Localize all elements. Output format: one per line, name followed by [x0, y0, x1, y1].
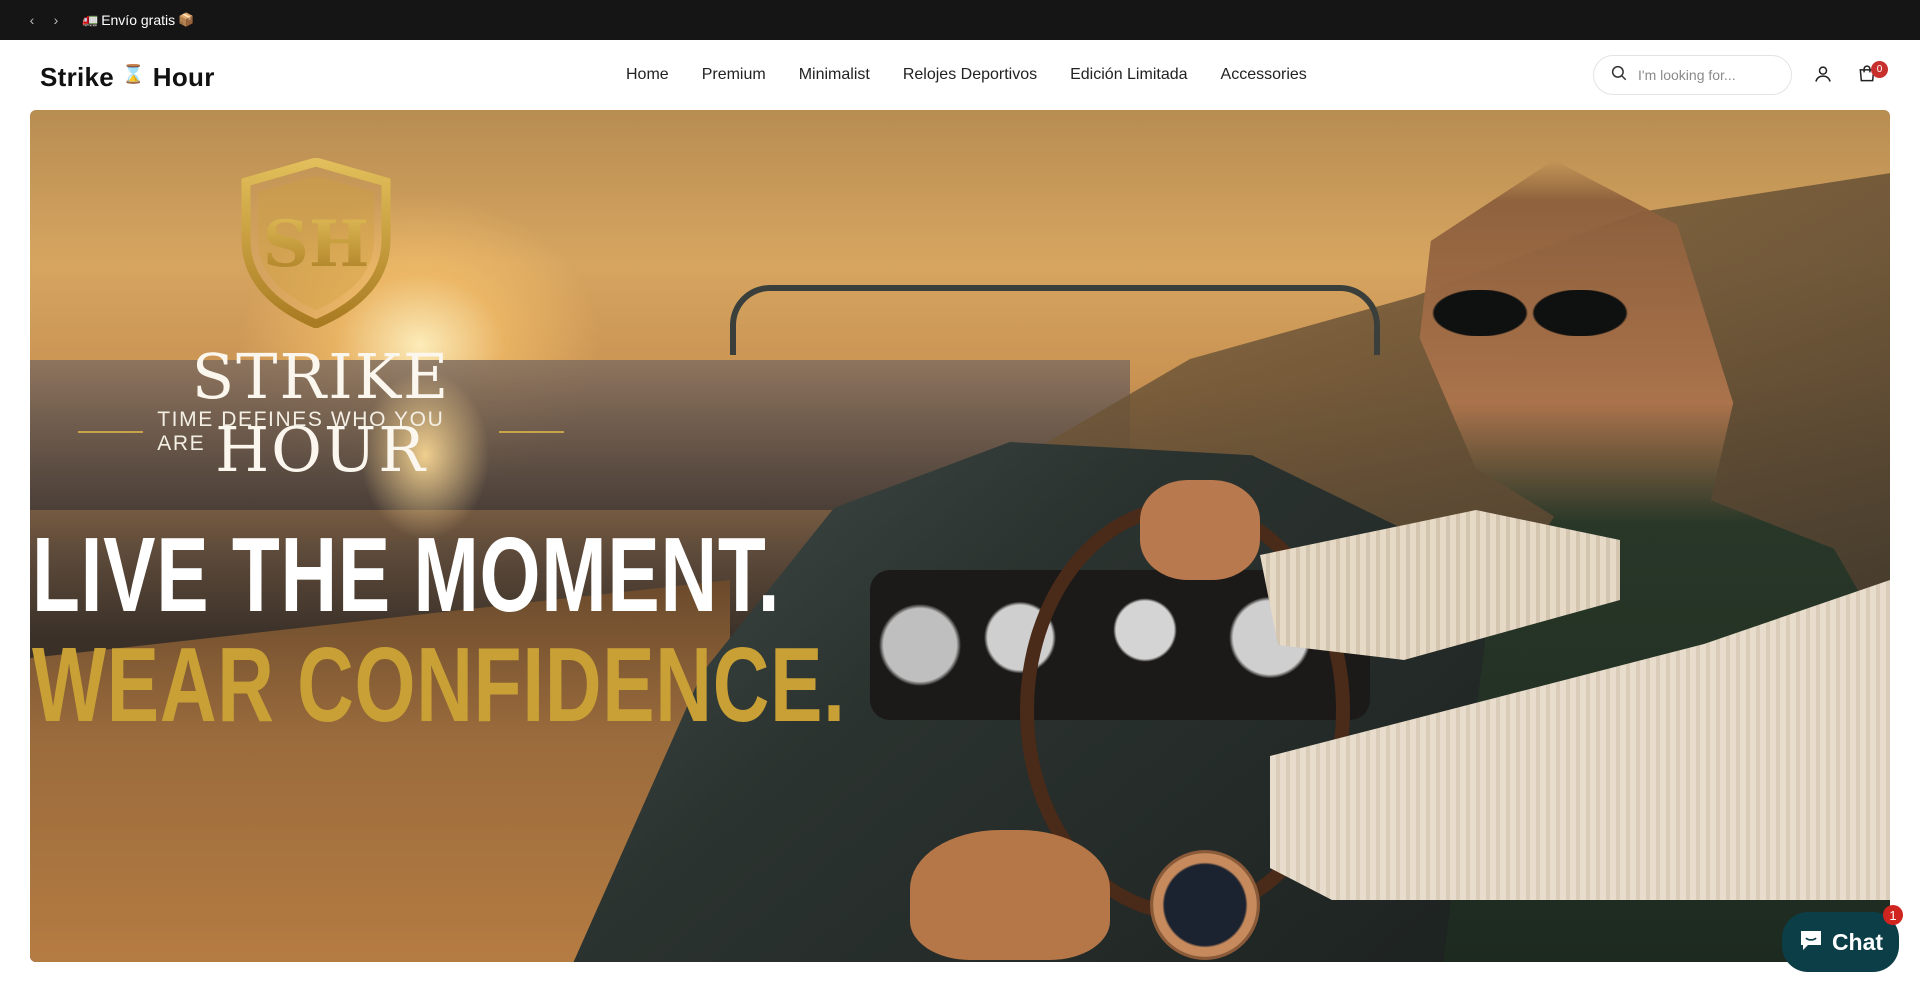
truck-icon: 🚛: [82, 12, 99, 28]
logo-text-strike: Strike: [40, 62, 115, 92]
nav-item-minimalist[interactable]: Minimalist: [799, 66, 870, 84]
announcement-prev-button[interactable]: ‹: [20, 0, 44, 40]
nav-item-relojes-deportivos[interactable]: Relojes Deportivos: [903, 66, 1037, 84]
hero-car-windshield: [730, 285, 1380, 355]
user-icon[interactable]: [1811, 62, 1835, 86]
nav-item-premium[interactable]: Premium: [702, 66, 766, 84]
tagline-text: TIME DEFINES WHO YOU ARE: [157, 408, 445, 455]
shield-logo-icon: SH: [241, 158, 391, 328]
hourglass-icon: ⌛: [122, 64, 145, 85]
hero-hand-lower: [910, 830, 1110, 960]
main-nav: Home Premium Minimalist Relojes Deportiv…: [626, 66, 1340, 84]
search-icon[interactable]: [1610, 64, 1628, 87]
chat-bubble-icon: [1798, 928, 1824, 957]
tagline-divider-left: [78, 431, 144, 433]
search-input[interactable]: [1638, 67, 1788, 83]
logo-text-hour: Hour: [152, 62, 215, 92]
nav-item-accessories[interactable]: Accessories: [1221, 66, 1307, 84]
shield-monogram: SH: [263, 207, 370, 282]
site-header: Strike ⌛ Hour Home Premium Minimalist Re…: [0, 40, 1920, 110]
hero-sunglasses: [1430, 290, 1630, 336]
hero-banner[interactable]: SH STRIKE HOUR TIME DEFINES WHO YOU ARE …: [30, 110, 1890, 962]
announcement-next-button[interactable]: ›: [44, 0, 68, 40]
nav-item-home[interactable]: Home: [626, 66, 669, 84]
chat-label: Chat: [1831, 928, 1884, 955]
announcement-bar: ‹ › 🚛 Envío gratis 📦: [0, 0, 1920, 40]
hero-hand-on-wheel: [1140, 480, 1260, 580]
announcement-text: Envío gratis: [101, 12, 176, 28]
search-box[interactable]: [1593, 55, 1792, 95]
tagline-divider-right: [498, 431, 564, 433]
box-icon: 📦: [178, 12, 195, 28]
site-logo[interactable]: Strike ⌛ Hour: [40, 62, 215, 93]
chat-button[interactable]: Chat: [1782, 912, 1899, 972]
announcement-message: 🚛 Envío gratis 📦: [82, 12, 194, 28]
cart-count-badge: 0: [1871, 61, 1888, 78]
chat-notification-badge: 1: [1883, 905, 1903, 925]
hero-headline-secondary: WEAR CONFIDENCE.: [32, 626, 846, 744]
nav-item-edicion-limitada[interactable]: Edición Limitada: [1070, 66, 1187, 84]
hero-watch: [1150, 850, 1260, 960]
hero-headline-primary: LIVE THE MOMENT.: [32, 516, 781, 634]
hero-tagline: TIME DEFINES WHO YOU ARE: [78, 408, 564, 456]
